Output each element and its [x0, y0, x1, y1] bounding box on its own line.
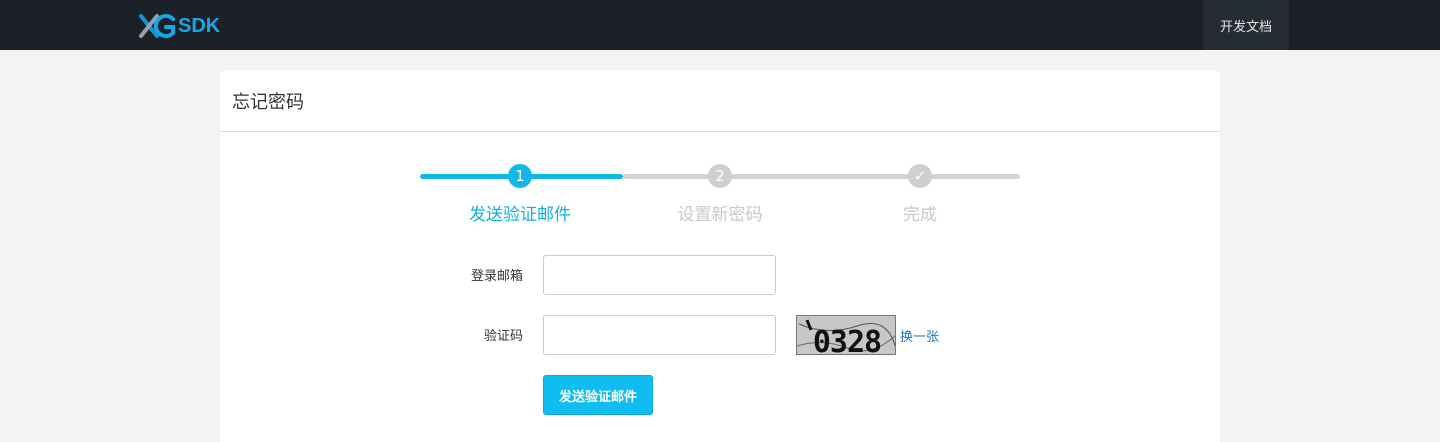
step-send-email: 1 发送验证邮件: [420, 162, 620, 225]
captcha-label: 验证码: [483, 329, 523, 344]
captcha-text: 0328: [813, 325, 881, 355]
step-label: 完成: [903, 205, 937, 225]
step-number-badge: 1: [508, 164, 532, 188]
step-number-badge: 2: [708, 164, 732, 188]
email-label: 登录邮箱: [470, 269, 523, 284]
refresh-captcha-link[interactable]: 换一张: [900, 326, 939, 345]
logo-icon: [139, 14, 175, 38]
progress-steps: 1 发送验证邮件 2 设置新密码 ✓ 完成: [420, 162, 1020, 232]
step-set-password: 2 设置新密码: [620, 162, 820, 225]
forgot-password-card: 忘记密码 1 发送验证邮件 2 设置新密码 ✓ 完成 登录邮箱 验证码 0328…: [220, 70, 1220, 442]
step-label: 设置新密码: [677, 205, 763, 225]
page-title: 忘记密码: [232, 91, 304, 113]
captcha-input[interactable]: [543, 315, 776, 355]
email-row: 登录邮箱: [220, 255, 1220, 295]
card-header: 忘记密码: [220, 70, 1220, 132]
logo[interactable]: SDK: [138, 12, 220, 40]
captcha-row: 验证码 0328 换一张: [220, 315, 1220, 355]
email-field[interactable]: [543, 255, 776, 295]
captcha-image[interactable]: 0328: [796, 315, 896, 355]
nav-docs-link[interactable]: 开发文档: [1203, 0, 1289, 50]
top-navbar: SDK 开发文档: [0, 0, 1440, 50]
logo-text: SDK: [178, 14, 221, 37]
step-label: 发送验证邮件: [469, 205, 571, 225]
captcha-graphic: 0328: [797, 316, 895, 355]
send-email-button[interactable]: 发送验证邮件: [543, 375, 653, 415]
checkmark-icon: ✓: [908, 164, 932, 188]
step-complete: ✓ 完成: [820, 162, 1020, 225]
